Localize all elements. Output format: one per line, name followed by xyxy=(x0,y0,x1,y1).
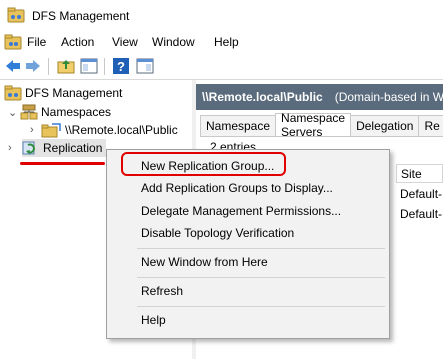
dfs-management-icon xyxy=(4,85,22,101)
tree-label: Namespaces xyxy=(41,105,112,119)
namespace-icon xyxy=(41,123,61,138)
tab-replication[interactable]: Re xyxy=(418,115,443,136)
title-bar: DFS Management xyxy=(0,0,443,31)
menu-item-delegate-permissions[interactable]: Delegate Management Permissions... xyxy=(141,204,341,218)
tree-node-namespace-public[interactable]: \\Remote.local\Public xyxy=(40,121,178,139)
menu-item-disable-topology-verification[interactable]: Disable Topology Verification xyxy=(141,226,294,240)
tree-node-namespaces[interactable]: Namespaces xyxy=(20,103,111,121)
toolbar: ? xyxy=(0,53,443,80)
tree-label: DFS Management xyxy=(25,86,123,100)
help-icon[interactable]: ? xyxy=(112,57,130,75)
tree-label: \\Remote.local\Public xyxy=(65,123,178,137)
details-header: \\Remote.local\Public (Domain-based in W xyxy=(196,84,443,110)
dfs-management-app-icon xyxy=(7,7,25,23)
svg-text:?: ? xyxy=(117,59,125,74)
replication-icon xyxy=(22,141,35,155)
chevron-down-icon[interactable]: ⌄ xyxy=(8,106,17,119)
tab-strip: Namespace Namespace Servers Delegation R… xyxy=(200,111,443,139)
table-cell-site[interactable]: Default-F xyxy=(396,184,443,204)
header-path: \\Remote.local\Public xyxy=(202,90,323,104)
tab-namespace-servers[interactable]: Namespace Servers xyxy=(275,111,352,139)
tree-node-replication[interactable]: Replication xyxy=(22,139,107,157)
menu-help[interactable]: Help xyxy=(214,35,239,49)
mmc-console-icon[interactable] xyxy=(4,33,22,51)
tab-divider xyxy=(200,136,443,137)
menu-item-help[interactable]: Help xyxy=(141,313,166,327)
tab-namespace[interactable]: Namespace xyxy=(200,115,277,136)
back-icon[interactable] xyxy=(4,57,22,75)
forward-icon[interactable] xyxy=(24,57,42,75)
menu-view[interactable]: View xyxy=(112,35,138,49)
header-description: (Domain-based in W xyxy=(334,90,443,104)
action-pane-icon[interactable] xyxy=(136,57,154,75)
chevron-right-icon[interactable]: › xyxy=(30,124,34,136)
toolbar-separator xyxy=(104,58,105,75)
up-folder-icon[interactable] xyxy=(57,57,75,75)
menu-separator xyxy=(137,248,385,249)
menu-item-refresh[interactable]: Refresh xyxy=(141,284,183,298)
menu-window[interactable]: Window xyxy=(152,35,195,49)
chevron-right-icon[interactable]: › xyxy=(8,142,12,154)
toolbar-separator xyxy=(48,58,49,75)
menu-action[interactable]: Action xyxy=(61,35,94,49)
menu-separator xyxy=(137,277,385,278)
context-menu: New Replication Group... Add Replication… xyxy=(106,149,390,339)
column-header-site[interactable]: Site xyxy=(396,164,443,183)
namespaces-icon xyxy=(20,104,38,120)
window-title: DFS Management xyxy=(32,9,130,23)
menu-file[interactable]: File xyxy=(27,35,46,49)
tab-delegation[interactable]: Delegation xyxy=(350,115,420,136)
menu-item-add-replication-groups[interactable]: Add Replication Groups to Display... xyxy=(141,181,333,195)
tree-label: Replication xyxy=(43,141,103,155)
table-cell-site[interactable]: Default-F xyxy=(396,204,443,224)
menu-item-new-window[interactable]: New Window from Here xyxy=(141,255,268,269)
annotation-underline xyxy=(20,162,105,165)
menu-separator xyxy=(137,306,385,307)
menu-bar: File Action View Window Help xyxy=(0,31,443,53)
tree-node-dfs-management[interactable]: DFS Management xyxy=(4,84,122,102)
annotation-highlight-box xyxy=(121,152,286,176)
show-hide-console-tree-icon[interactable] xyxy=(80,57,98,75)
